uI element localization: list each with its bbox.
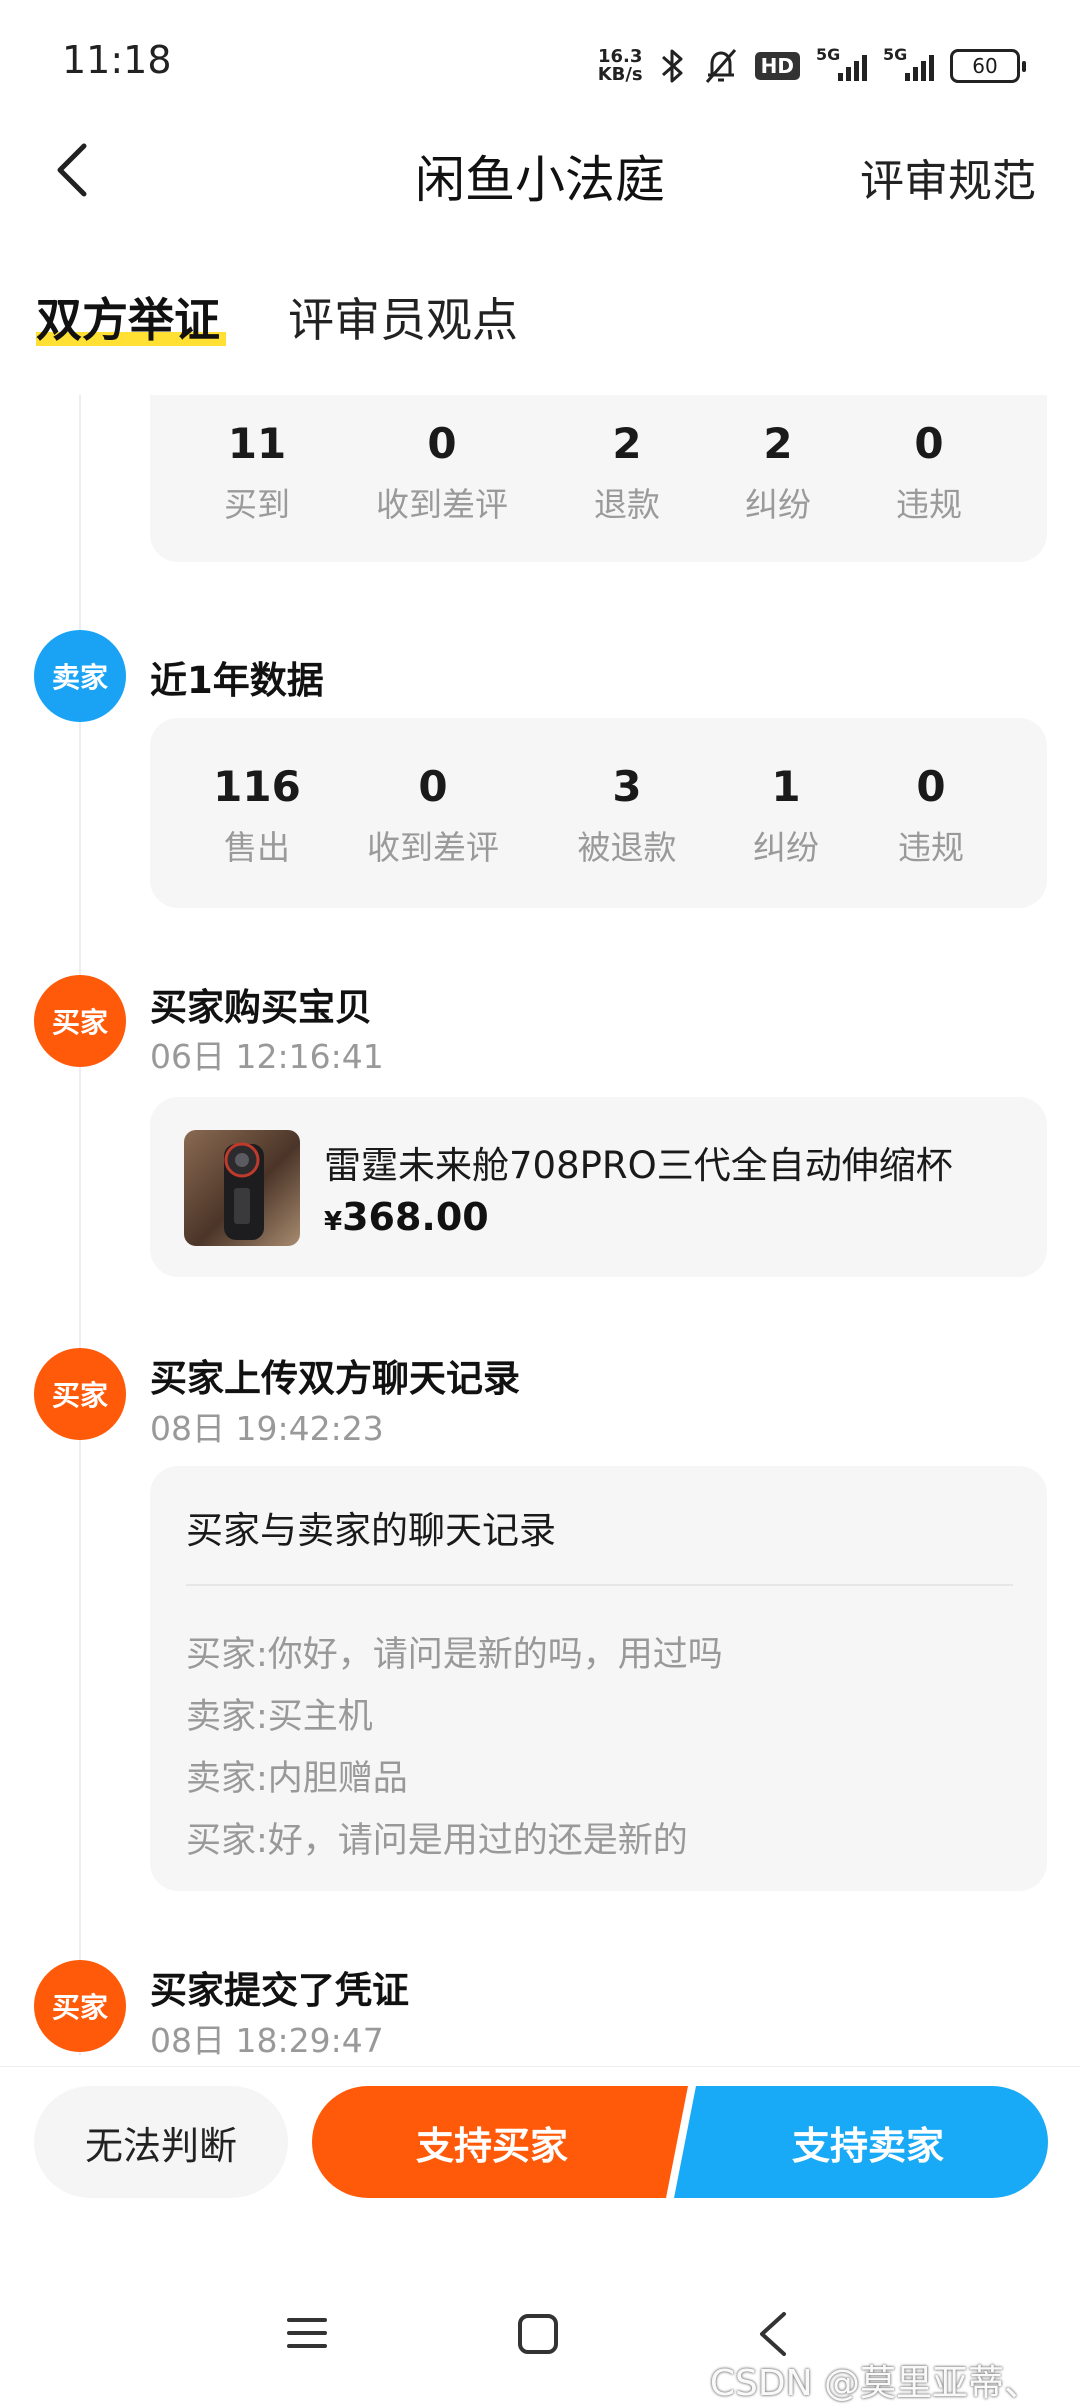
cannot-judge-button[interactable]: 无法判断 xyxy=(34,2086,288,2198)
stat-bad-reviews: 0 收到差评 xyxy=(367,762,499,867)
seller-avatar: 卖家 xyxy=(34,630,126,722)
network-speed: 16.3 KB/s xyxy=(597,46,643,85)
event-title: 近1年数据 xyxy=(150,659,324,702)
event-time: 08日 19:42:23 xyxy=(150,1409,384,1448)
watermark: CSDN @莫里亚蒂、 xyxy=(709,2363,1040,2404)
event-title: 买家购买宝贝 xyxy=(150,986,372,1029)
back-icon[interactable] xyxy=(754,2310,794,2358)
review-rules-link[interactable]: 评审规范 xyxy=(860,145,1036,209)
vote-buttons: 支持买家 支持卖家 xyxy=(312,2086,1048,2198)
status-icons: 16.3 KB/s HD 5G 5G 60 xyxy=(597,44,1026,88)
tab-evidence[interactable]: 双方举证 xyxy=(36,284,226,350)
status-time: 11:18 xyxy=(62,38,172,82)
support-seller-button[interactable]: 支持卖家 xyxy=(688,2086,1048,2198)
buyer-stats-card: 11 买到 0 收到差评 2 退款 2 纠纷 0 违规 xyxy=(150,395,1047,562)
buyer-avatar: 买家 xyxy=(34,975,126,1067)
chat-line: 卖家:买主机 xyxy=(186,1697,373,1737)
mute-bell-icon xyxy=(705,49,736,83)
bluetooth-icon xyxy=(661,49,683,83)
chat-line: 买家:你好，请问是新的吗，用过吗 xyxy=(186,1635,723,1675)
chat-record-title: 买家与卖家的聊天记录 xyxy=(186,1509,556,1552)
product-image[interactable] xyxy=(184,1130,300,1246)
signal-icon: 5G xyxy=(883,45,934,81)
battery-icon: 60 xyxy=(950,49,1026,83)
stat-violations: 0 违规 xyxy=(898,762,964,867)
tab-reviewer-opinions[interactable]: 评审员观点 xyxy=(288,284,518,350)
stat-violations: 0 违规 xyxy=(896,419,962,524)
support-buyer-button[interactable]: 支持买家 xyxy=(312,2086,672,2198)
chat-line: 买家:好，请问是用过的还是新的 xyxy=(186,1821,688,1861)
home-icon[interactable] xyxy=(516,2312,560,2356)
hd-badge: HD xyxy=(754,52,800,80)
stat-sold: 116 售出 xyxy=(213,762,301,867)
buyer-avatar: 买家 xyxy=(34,1960,126,2052)
divider xyxy=(186,1584,1013,1586)
menu-icon[interactable] xyxy=(286,2312,328,2354)
chat-line: 卖家:内胆赠品 xyxy=(186,1759,408,1799)
stat-refunded: 3 被退款 xyxy=(577,762,677,867)
buyer-avatar: 买家 xyxy=(34,1348,126,1440)
event-title: 买家上传双方聊天记录 xyxy=(150,1357,520,1400)
seller-stats-card: 116 售出 0 收到差评 3 被退款 1 纠纷 0 违规 xyxy=(150,718,1047,908)
signal-icon: 5G xyxy=(816,45,867,81)
event-title: 买家提交了凭证 xyxy=(150,1969,409,2012)
stat-bought: 11 买到 xyxy=(224,419,290,524)
product-price: ¥368.00 xyxy=(324,1195,489,1239)
stat-bad-reviews: 0 收到差评 xyxy=(376,419,508,524)
event-time: 08日 18:29:47 xyxy=(150,2021,384,2060)
product-title[interactable]: 雷霆未来舱708PRO三代全自动伸缩杯 xyxy=(324,1135,1024,1189)
event-time: 06日 12:16:41 xyxy=(150,1037,384,1076)
